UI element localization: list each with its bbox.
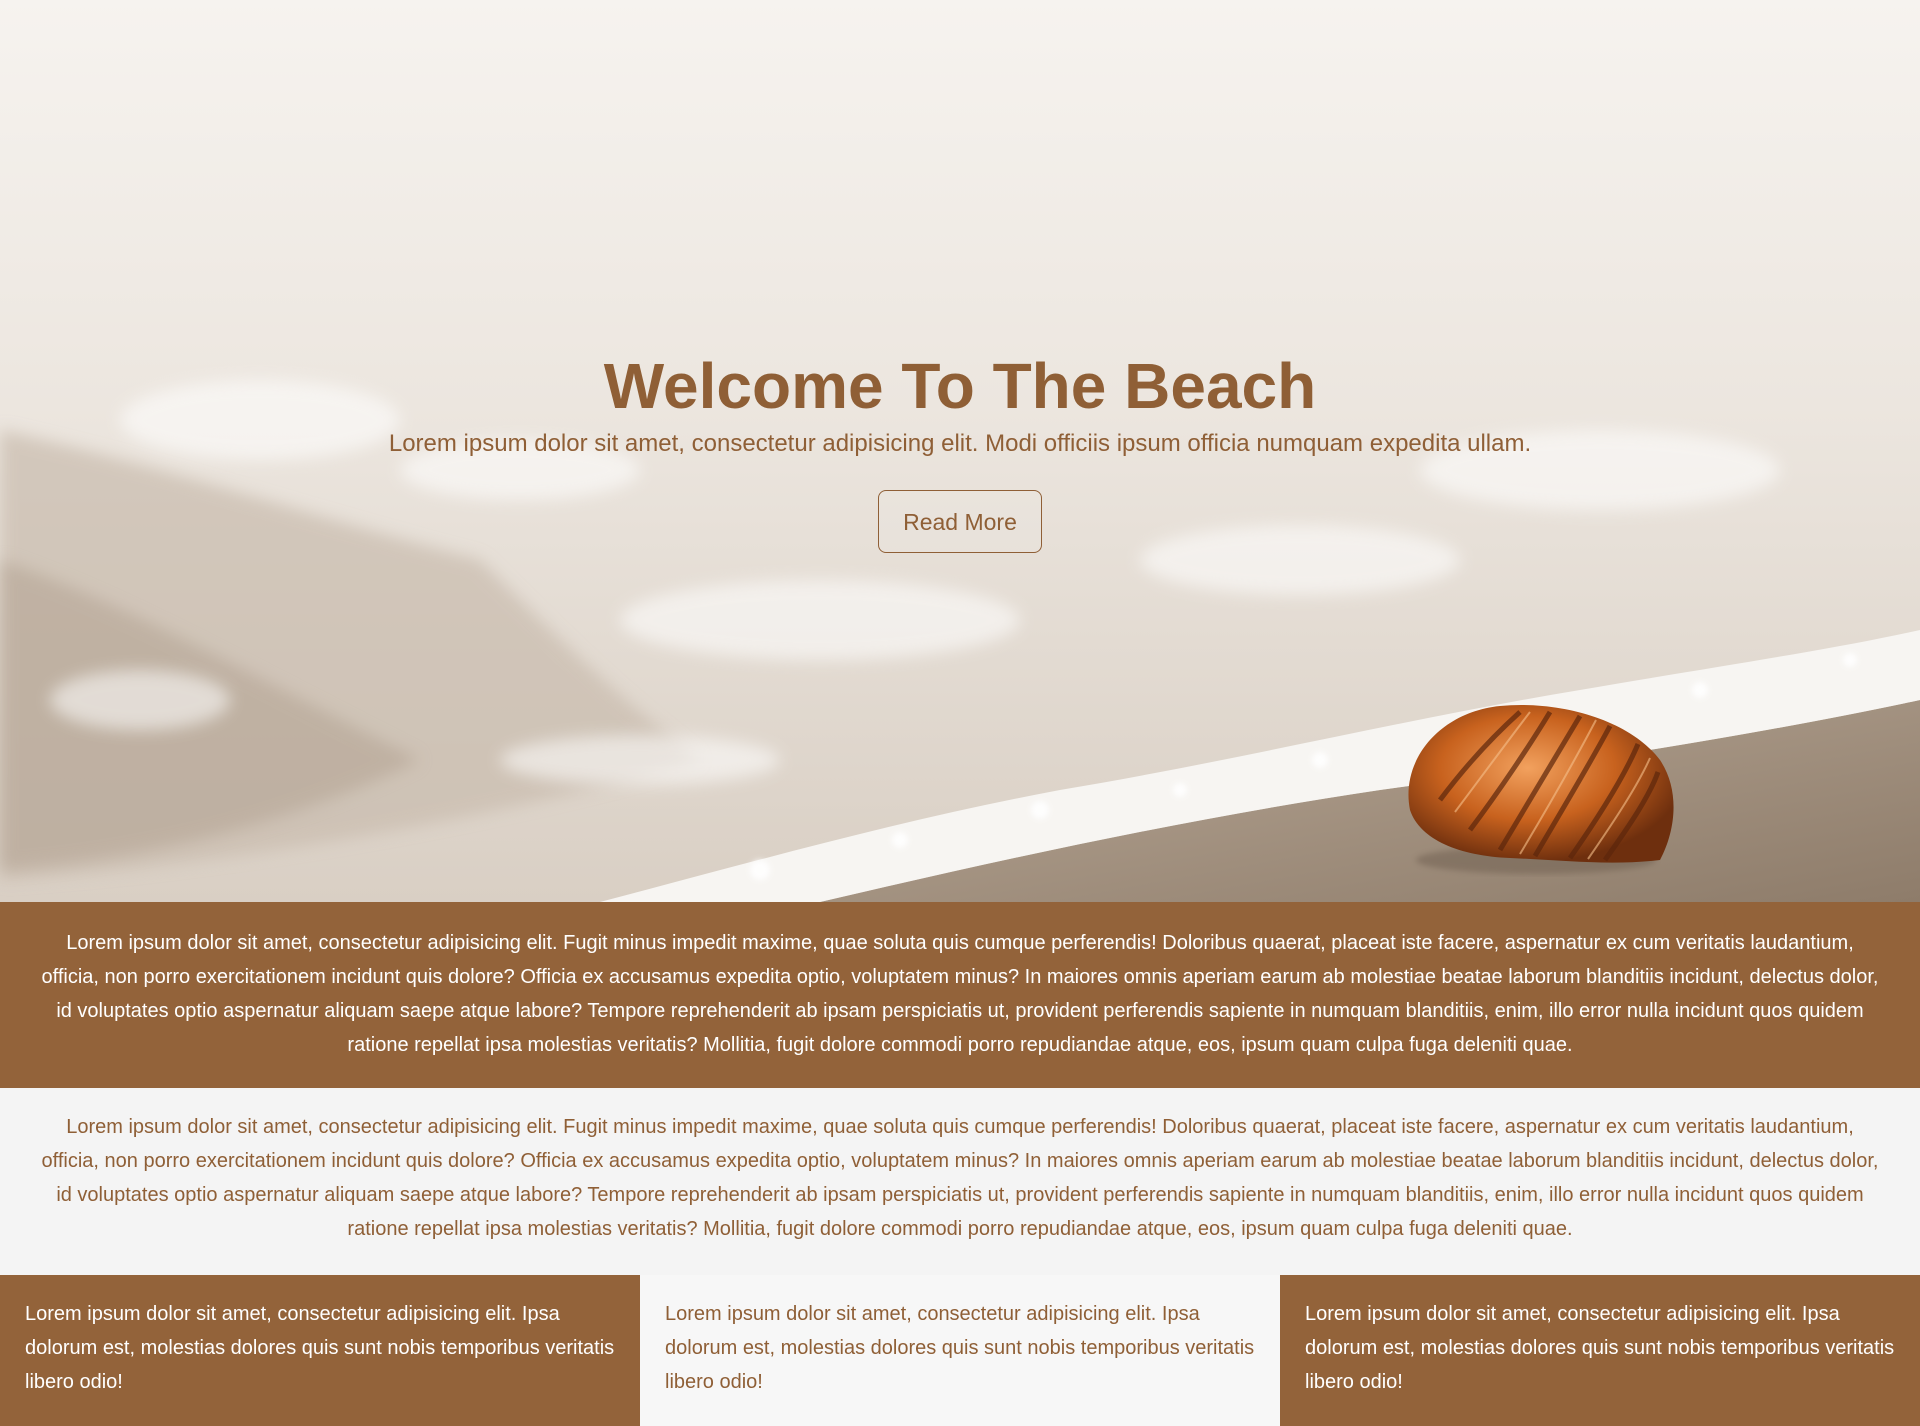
read-more-button[interactable]: Read More (878, 490, 1042, 553)
hero-subtitle: Lorem ipsum dolor sit amet, consectetur … (388, 430, 1532, 457)
intro-band-dark-text: Lorem ipsum dolor sit amet, consectetur … (41, 932, 1879, 1056)
feature-column-3-text: Lorem ipsum dolor sit amet, consectetur … (1305, 1303, 1895, 1393)
hero-title: Welcome To The Beach (603, 350, 1317, 422)
feature-column-3: Lorem ipsum dolor sit amet, consectetur … (1280, 1275, 1920, 1426)
feature-column-2-text: Lorem ipsum dolor sit amet, consectetur … (665, 1303, 1255, 1393)
feature-column-2: Lorem ipsum dolor sit amet, consectetur … (640, 1275, 1280, 1426)
feature-columns: Lorem ipsum dolor sit amet, consectetur … (0, 1275, 1920, 1426)
intro-band-light: Lorem ipsum dolor sit amet, consectetur … (0, 1088, 1920, 1275)
intro-band-dark: Lorem ipsum dolor sit amet, consectetur … (0, 902, 1920, 1088)
feature-column-1: Lorem ipsum dolor sit amet, consectetur … (0, 1275, 640, 1426)
feature-column-1-text: Lorem ipsum dolor sit amet, consectetur … (25, 1303, 615, 1393)
hero-section: Welcome To The Beach Lorem ipsum dolor s… (0, 0, 1920, 902)
intro-band-light-text: Lorem ipsum dolor sit amet, consectetur … (41, 1116, 1879, 1240)
